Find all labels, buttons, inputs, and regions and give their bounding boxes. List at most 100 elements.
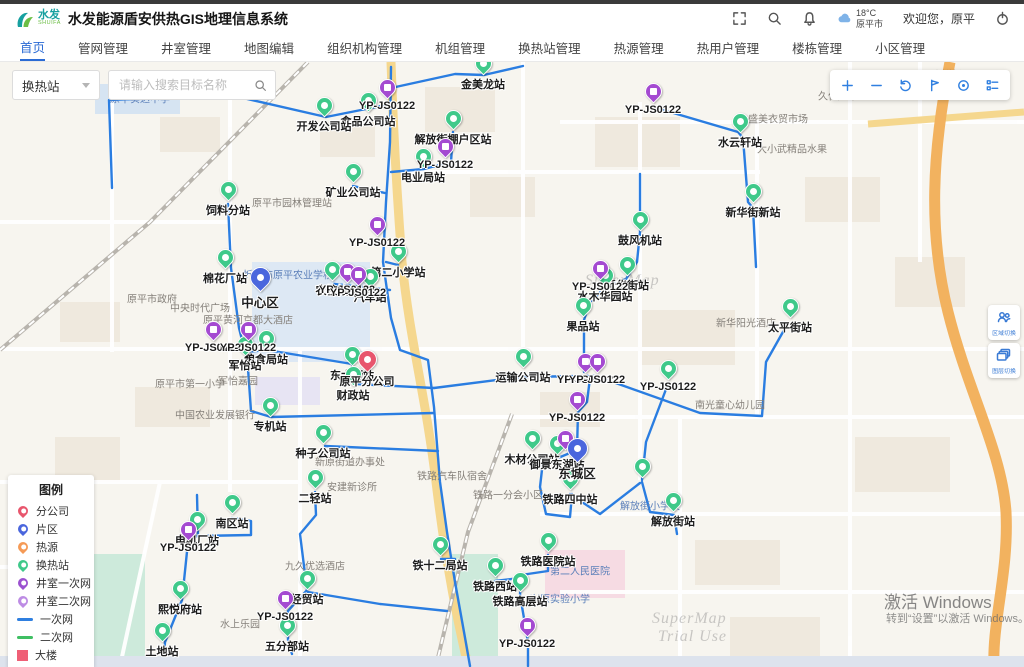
station-pin-icon[interactable] — [483, 553, 507, 577]
search-submit-icon[interactable] — [254, 79, 267, 92]
widget-label: 图层切换 — [991, 369, 1017, 376]
fullscreen-icon[interactable] — [732, 11, 747, 26]
station-pin-icon[interactable] — [520, 426, 544, 450]
tab-热用户管理[interactable]: 热用户管理 — [697, 33, 760, 61]
reset-icon[interactable] — [898, 78, 913, 93]
marker-label: 新华街新站 — [726, 204, 781, 220]
marker-label: 铁路西站 — [473, 578, 517, 594]
legend-item: 一次网 — [17, 610, 85, 628]
station-pin-icon[interactable] — [258, 393, 282, 417]
station-pin-icon[interactable] — [295, 566, 319, 590]
layer-list-icon[interactable] — [985, 78, 1000, 93]
map-legend: 图例 分公司片区热源换热站井室一次网井室二次网一次网二次网大楼 — [8, 475, 94, 667]
station-pin-icon[interactable] — [220, 490, 244, 514]
station-pin-icon[interactable] — [778, 294, 802, 318]
search-icon[interactable] — [767, 11, 782, 26]
marker-label: 太平街站 — [768, 319, 812, 335]
marker-label: 水云轩站 — [718, 134, 762, 150]
tab-换热站管理[interactable]: 换热站管理 — [518, 33, 581, 61]
station-pin-icon[interactable] — [213, 245, 237, 269]
station-pin-icon[interactable] — [536, 528, 560, 552]
station-pin-icon[interactable] — [303, 465, 327, 489]
widget-label: 区域切换 — [991, 331, 1017, 338]
legend-item: 片区 — [17, 520, 85, 538]
marker-label: 饲料分站 — [206, 202, 250, 218]
logo-subtext: SHUIFA — [38, 21, 61, 27]
users-widget[interactable]: 区域切换 — [988, 305, 1020, 340]
station-pin-icon[interactable] — [216, 177, 240, 201]
station-pin-icon[interactable] — [150, 618, 174, 642]
map-canvas[interactable]: 原平实达中学妙祥寺原平市园林管理站忻州市原平农业学校原平市政府中央时代广场原平黄… — [0, 62, 1024, 667]
legend-swatch — [15, 503, 32, 520]
weather-widget[interactable]: 18°C 原平市 — [837, 8, 883, 29]
zoom-in-icon[interactable] — [840, 78, 855, 93]
tab-首页[interactable]: 首页 — [20, 33, 45, 61]
tab-机组管理[interactable]: 机组管理 — [435, 33, 485, 61]
tab-管网管理[interactable]: 管网管理 — [78, 33, 128, 61]
legend-label: 大楼 — [35, 647, 57, 663]
tab-地图编辑[interactable]: 地图编辑 — [244, 33, 294, 61]
app-header: 水发 SHUIFA 水发能源盾安供热GIS地理信息系统 18°C 原平市 欢迎您… — [0, 4, 1024, 33]
app-logo: 水发 SHUIFA — [14, 10, 61, 28]
station-pin-icon[interactable] — [656, 356, 680, 380]
tab-楼栋管理[interactable]: 楼栋管理 — [792, 33, 842, 61]
station-pin-icon[interactable] — [471, 62, 495, 76]
legend-swatch — [15, 593, 32, 610]
well1-pin-icon[interactable] — [365, 212, 389, 236]
station-pin-icon[interactable] — [661, 488, 685, 512]
search-input[interactable] — [117, 77, 254, 93]
legend-label: 片区 — [36, 521, 58, 537]
marker-label: 开发公司站 — [297, 118, 352, 134]
tab-井室管理[interactable]: 井室管理 — [161, 33, 211, 61]
well1-pin-icon[interactable] — [375, 75, 399, 99]
station-pin-icon[interactable] — [728, 109, 752, 133]
locate-icon[interactable] — [956, 78, 971, 93]
station-pin-icon[interactable] — [741, 179, 765, 203]
well1-pin-icon[interactable] — [641, 79, 665, 103]
search-category-select[interactable]: 换热站 — [12, 70, 100, 100]
station-pin-icon[interactable] — [630, 454, 654, 478]
legend-item: 大楼 — [17, 646, 85, 664]
tab-组织机构管理[interactable]: 组织机构管理 — [327, 33, 402, 61]
station-pin-icon[interactable] — [341, 159, 365, 183]
layers-widget[interactable]: 图层切换 — [988, 343, 1020, 378]
legend-title: 图例 — [17, 481, 85, 498]
layers-icon — [996, 347, 1012, 363]
marker-label: 矿业公司站 — [326, 184, 381, 200]
nav-tabs: 首页 管网管理 井室管理 地图编辑 组织机构管理 机组管理 换热站管理 热源管理 热用户管理 楼栋… — [0, 33, 1024, 62]
logout-icon[interactable] — [995, 11, 1010, 26]
station-pin-icon[interactable] — [428, 532, 452, 556]
marker-label: 铁十二局站 — [413, 557, 468, 573]
measure-icon[interactable] — [927, 78, 942, 93]
search-category-value: 换热站 — [22, 76, 60, 95]
station-pin-icon[interactable] — [311, 420, 335, 444]
marker-layer: 金美龙站食品公司站开发公司站解放街棚户区站电业局站矿业公司站饲料分站水云轩站新华… — [0, 62, 1024, 667]
marker-label: YP-JS0122 — [569, 374, 625, 386]
station-pin-icon[interactable] — [615, 252, 639, 276]
tab-小区管理[interactable]: 小区管理 — [875, 33, 925, 61]
marker-label: 棉花厂站 — [203, 270, 247, 286]
station-pin-icon[interactable] — [441, 106, 465, 130]
marker-label: 专机站 — [254, 418, 287, 434]
tab-热源管理[interactable]: 热源管理 — [614, 33, 664, 61]
station-pin-icon[interactable] — [312, 93, 336, 117]
legend-item: 换热站 — [17, 556, 85, 574]
station-pin-icon[interactable] — [168, 576, 192, 600]
station-pin-icon[interactable] — [511, 344, 535, 368]
well1-pin-icon[interactable] — [515, 613, 539, 637]
well1-pin-icon[interactable] — [565, 387, 589, 411]
legend-item: 二次网 — [17, 628, 85, 646]
legend-label: 井室二次网 — [36, 593, 91, 609]
legend-item: 热源 — [17, 538, 85, 556]
weather-temp: 18°C — [856, 8, 883, 18]
zoom-out-icon[interactable] — [869, 78, 884, 93]
marker-label: 电业局站 — [401, 169, 445, 185]
marker-label: YP-JS0122 — [640, 381, 696, 393]
users-icon — [996, 309, 1012, 325]
station-pin-icon[interactable] — [628, 207, 652, 231]
marker-label: YP-JS0122 — [625, 104, 681, 116]
marker-label: YP-JS0122 — [160, 542, 216, 554]
well1-pin-icon[interactable] — [201, 317, 225, 341]
area-pin-icon[interactable] — [245, 263, 275, 293]
bell-icon[interactable] — [802, 11, 817, 26]
